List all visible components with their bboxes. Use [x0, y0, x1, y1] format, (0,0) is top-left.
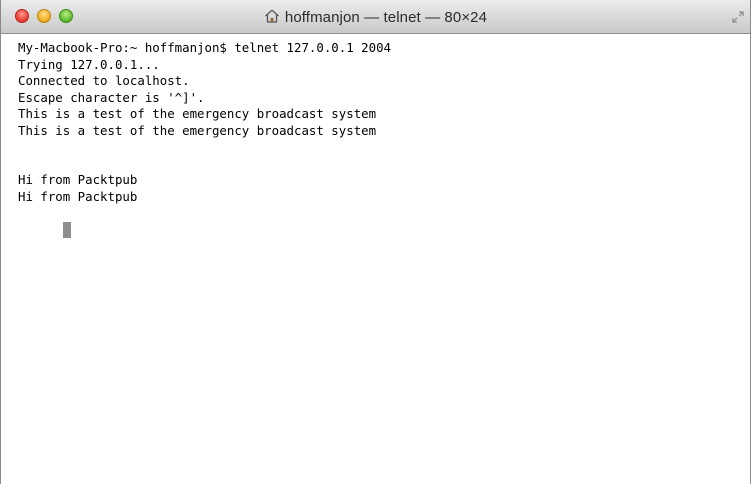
terminal-line: Hi from Packtpub	[18, 188, 138, 204]
terminal-cursor-line	[18, 205, 750, 238]
terminal-line: Escape character is '^]'.	[18, 89, 205, 105]
home-icon	[264, 9, 279, 23]
title-bar[interactable]: hoffmanjon — telnet — 80×24	[1, 0, 750, 34]
terminal-window: hoffmanjon — telnet — 80×24 My-Macbook-P…	[0, 0, 751, 484]
terminal-line: This is a test of the emergency broadcas…	[18, 106, 377, 121]
terminal-line: This is a test of the emergency broadcas…	[18, 122, 377, 138]
terminal-line: Connected to localhost.	[18, 73, 190, 88]
fullscreen-icon[interactable]	[732, 11, 744, 23]
text-cursor	[62, 221, 71, 238]
window-title-text: hoffmanjon — telnet — 80×24	[284, 8, 488, 26]
terminal-line: My-Macbook-Pro:~ hoffmanjon$ telnet 127.…	[18, 40, 391, 55]
terminal-line: Trying 127.0.0.1...	[18, 56, 160, 72]
window-title: hoffmanjon — telnet — 80×24	[1, 0, 750, 34]
terminal-line: Hi from Packtpub	[18, 172, 138, 187]
terminal-output[interactable]: My-Macbook-Pro:~ hoffmanjon$ telnet 127.…	[1, 34, 750, 484]
